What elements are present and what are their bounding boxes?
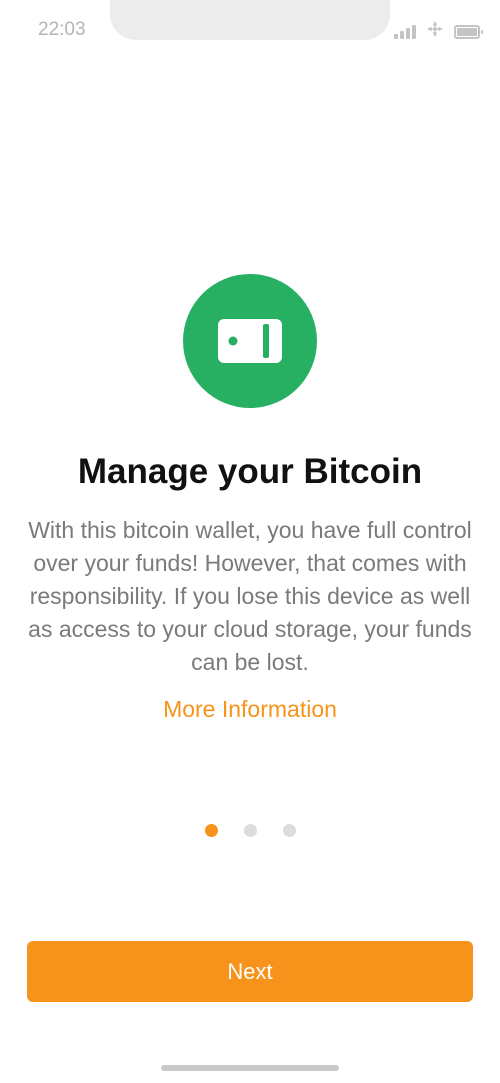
page-indicator (0, 824, 500, 837)
wifi-icon (426, 20, 444, 43)
status-bar: 22:03 (0, 0, 500, 60)
status-icons (394, 20, 483, 43)
home-indicator[interactable] (161, 1065, 339, 1071)
description-text: With this bitcoin wallet, you have full … (28, 517, 472, 675)
notch (110, 0, 390, 40)
battery-icon (454, 24, 483, 39)
next-button[interactable]: Next (27, 941, 473, 1002)
status-time: 22:03 (38, 19, 86, 40)
page-dot-2[interactable] (243, 824, 257, 837)
page-dot-3[interactable] (282, 824, 296, 837)
page-dot-1[interactable] (204, 824, 218, 837)
page-title: Manage your Bitcoin (77, 452, 423, 491)
wallet-icon-circle (183, 274, 317, 408)
wallet-icon (218, 319, 282, 363)
more-information-link[interactable]: More Information (0, 696, 500, 723)
signal-icon (394, 24, 416, 39)
